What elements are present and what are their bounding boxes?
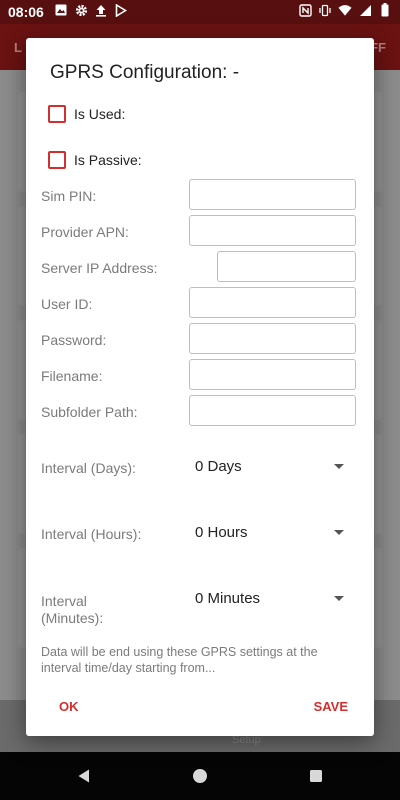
- vibrate-icon: [318, 3, 332, 17]
- status-right-icons: [298, 3, 392, 17]
- interval-days-label: Interval (Days):: [41, 460, 136, 476]
- interval-hours-spinner[interactable]: 0 Hours: [194, 522, 344, 546]
- dialog-title: GPRS Configuration: -: [50, 62, 240, 83]
- nfc-icon: [298, 3, 312, 17]
- play-store-icon: [114, 3, 128, 17]
- system-nav-bar: [0, 752, 400, 800]
- is-used-label: Is Used:: [74, 106, 126, 122]
- interval-hours-label: Interval (Hours):: [41, 526, 142, 542]
- image-icon: [54, 3, 68, 17]
- password-input[interactable]: [189, 323, 356, 354]
- dropdown-arrow-icon: [334, 464, 344, 469]
- status-bar: 08:06: [0, 0, 400, 24]
- filename-label: Filename:: [41, 368, 103, 384]
- is-passive-checkbox-row[interactable]: Is Passive:: [48, 151, 142, 169]
- interval-minutes-label-line2: (Minutes):: [41, 610, 104, 626]
- sim-pin-input[interactable]: [189, 179, 356, 210]
- interval-days-spinner[interactable]: 0 Days: [194, 456, 344, 480]
- is-used-checkbox[interactable]: [48, 105, 66, 123]
- interval-minutes-label-line1: Interval: [41, 593, 87, 609]
- app-bar-left-text: L: [14, 40, 22, 55]
- ok-button[interactable]: OK: [59, 699, 79, 714]
- is-used-checkbox-row[interactable]: Is Used:: [48, 105, 125, 123]
- recents-icon[interactable]: [308, 768, 324, 784]
- is-passive-checkbox[interactable]: [48, 151, 66, 169]
- dropdown-arrow-icon: [334, 530, 344, 535]
- provider-apn-input[interactable]: [189, 215, 356, 246]
- user-id-input[interactable]: [189, 287, 356, 318]
- status-left-icons: [54, 3, 128, 17]
- wifi-icon: [338, 3, 352, 17]
- interval-minutes-spinner[interactable]: 0 Minutes: [194, 588, 344, 612]
- home-icon[interactable]: [192, 768, 208, 784]
- subfolder-path-input[interactable]: [189, 395, 356, 426]
- upload-icon: [94, 3, 108, 17]
- gear-icon: [74, 3, 88, 17]
- user-id-label: User ID:: [41, 296, 93, 312]
- sim-pin-label: Sim PIN:: [41, 188, 97, 204]
- password-label: Password:: [41, 332, 107, 348]
- server-ip-address-label: Server IP Address:: [41, 260, 158, 276]
- signal-icon: [358, 3, 372, 17]
- interval-hours-value: 0 Hours: [195, 524, 248, 541]
- interval-minutes-value: 0 Minutes: [195, 590, 261, 607]
- is-passive-label: Is Passive:: [74, 152, 142, 168]
- provider-apn-label: Provider APN:: [41, 224, 129, 240]
- back-icon[interactable]: [76, 768, 92, 784]
- status-time: 08:06: [8, 4, 44, 20]
- interval-days-value: 0 Days: [195, 458, 242, 475]
- dropdown-arrow-icon: [334, 596, 344, 601]
- save-button[interactable]: SAVE: [314, 699, 348, 714]
- gprs-configuration-dialog: GPRS Configuration: - Is Used: Is Passiv…: [26, 38, 374, 736]
- schedule-note: Data will be end using these GPRS settin…: [41, 645, 318, 675]
- subfolder-path-label: Subfolder Path:: [41, 404, 138, 420]
- battery-icon: [378, 3, 392, 17]
- filename-input[interactable]: [189, 359, 356, 390]
- server-ip-address-input[interactable]: [217, 251, 356, 282]
